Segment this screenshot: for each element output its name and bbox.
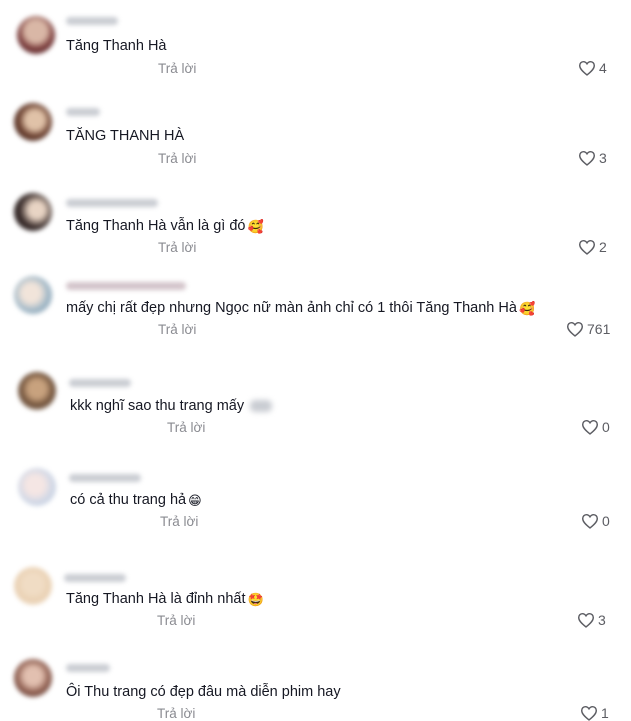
- avatar[interactable]: [14, 659, 52, 697]
- emoji: 😁: [188, 493, 202, 508]
- heart-icon: [577, 612, 595, 628]
- username-blurred[interactable]: [66, 108, 100, 116]
- heart-icon: [581, 419, 599, 435]
- like-button[interactable]: 0: [581, 419, 610, 435]
- like-button[interactable]: 4: [578, 60, 607, 76]
- like-count: 4: [599, 60, 607, 76]
- username-blurred[interactable]: [69, 379, 131, 387]
- username-blurred[interactable]: [66, 282, 186, 290]
- heart-icon: [566, 321, 584, 337]
- avatar[interactable]: [18, 468, 56, 506]
- blurred-text: [250, 400, 273, 413]
- comment-text: mấy chị rất đẹp nhưng Ngọc nữ màn ảnh ch…: [66, 300, 536, 316]
- comment-text: có cả thu trang hả 😁: [70, 492, 202, 508]
- like-button[interactable]: 0: [581, 513, 610, 529]
- reply-button[interactable]: Trả lời: [158, 61, 196, 76]
- avatar[interactable]: [14, 103, 52, 141]
- username-blurred[interactable]: [66, 664, 110, 672]
- like-button[interactable]: 761: [566, 321, 610, 337]
- avatar[interactable]: [14, 193, 52, 231]
- like-count: 0: [602, 513, 610, 529]
- comment-text: Tăng Thanh Hà vẫn là gì đó 🥰: [66, 218, 264, 234]
- reply-button[interactable]: Trả lời: [158, 240, 196, 255]
- reply-button[interactable]: Trả lời: [158, 151, 196, 166]
- like-button[interactable]: 3: [577, 612, 606, 628]
- avatar[interactable]: [17, 16, 55, 54]
- heart-icon: [578, 60, 596, 76]
- heart-icon: [578, 239, 596, 255]
- reply-button[interactable]: Trả lời: [160, 514, 198, 529]
- comment-text: kkk nghĩ sao thu trang mấy: [70, 397, 273, 415]
- like-count: 3: [599, 150, 607, 166]
- comment-text: Ôi Thu trang có đẹp đâu mà diễn phim hay: [66, 684, 341, 700]
- emoji: 🥰: [247, 219, 264, 234]
- username-blurred[interactable]: [66, 17, 118, 25]
- reply-button[interactable]: Trả lời: [157, 613, 195, 628]
- username-blurred[interactable]: [66, 199, 158, 207]
- comment-text: Tăng Thanh Hà: [66, 38, 167, 54]
- heart-icon: [578, 150, 596, 166]
- avatar[interactable]: [18, 372, 56, 410]
- avatar[interactable]: [14, 567, 52, 605]
- reply-button[interactable]: Trả lời: [158, 322, 196, 337]
- like-button[interactable]: 2: [578, 239, 607, 255]
- username-blurred[interactable]: [64, 574, 126, 582]
- emoji: 🥰: [518, 301, 536, 316]
- like-count: 761: [587, 321, 611, 337]
- reply-button[interactable]: Trả lời: [167, 420, 205, 435]
- emoji: 🤩: [247, 592, 264, 607]
- avatar[interactable]: [14, 276, 52, 314]
- comment-text: TĂNG THANH HÀ: [66, 128, 185, 144]
- like-count: 0: [602, 419, 610, 435]
- like-count: 3: [598, 612, 606, 628]
- like-button[interactable]: 3: [578, 150, 607, 166]
- comment-text: Tăng Thanh Hà là đỉnh nhất 🤩: [66, 591, 264, 607]
- heart-icon: [581, 513, 599, 529]
- like-count: 2: [599, 239, 607, 255]
- username-blurred[interactable]: [69, 474, 141, 482]
